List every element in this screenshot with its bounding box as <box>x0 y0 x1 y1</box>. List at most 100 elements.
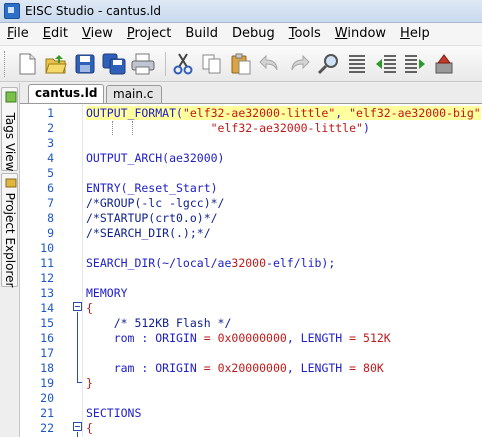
code-text: { <box>86 421 93 435</box>
code-text: "elf32-ae32000-little") <box>86 121 370 135</box>
code-line[interactable]: 2 "elf32-ae32000-little") <box>20 121 482 135</box>
toolbar-grip[interactable] <box>4 50 9 77</box>
fold-collapse-icon[interactable] <box>73 422 82 431</box>
replace-icon[interactable] <box>345 51 369 77</box>
fold-range-line <box>77 432 78 437</box>
code-text: /*GROUP(-lc -lgcc)*/ <box>86 196 224 210</box>
code-token: /*STARTUP(crt0.o)*/ <box>86 211 218 225</box>
tab-main-c[interactable]: main.c <box>106 85 162 103</box>
code-line[interactable]: 12 <box>20 271 482 285</box>
tab-label: main.c <box>113 87 154 101</box>
copy-icon[interactable] <box>200 51 224 77</box>
code-line[interactable]: 6 ENTRY(_Reset_Start) <box>20 181 482 195</box>
code-line[interactable]: 8 /*STARTUP(crt0.o)*/ <box>20 211 482 225</box>
menu-label-part: Debug <box>231 26 275 41</box>
menu-view[interactable]: View <box>75 24 120 44</box>
line-number: 14 <box>40 301 54 315</box>
project-explorer-tab[interactable]: Project Explorer <box>1 173 18 287</box>
code-line[interactable]: 13 MEMORY <box>20 286 482 300</box>
code-line[interactable]: 16 rom : ORIGIN = 0x00000000, LENGTH = 5… <box>20 331 482 345</box>
line-number: 10 <box>40 241 54 255</box>
code-text: SEARCH_DIR(~/local/ae32000-elf/lib); <box>86 256 335 270</box>
indent-icon[interactable] <box>403 51 427 77</box>
line-number: 5 <box>47 166 54 180</box>
menu-tools[interactable]: Tools <box>282 24 328 44</box>
line-number: 19 <box>40 376 54 390</box>
fold-range-line <box>77 312 78 382</box>
code-line[interactable]: 7 /*GROUP(-lc -lgcc)*/ <box>20 196 482 210</box>
tags-view-tab[interactable]: Tags View <box>1 87 18 171</box>
save-all-icon[interactable] <box>102 51 126 77</box>
find-icon[interactable] <box>316 51 340 77</box>
code-token: /*SEARCH_DIR(.);*/ <box>86 226 211 240</box>
code-text: ram : ORIGIN = 0x20000000, LENGTH = 80K <box>86 361 384 375</box>
menu-project[interactable]: Project <box>120 24 179 44</box>
paste-icon[interactable] <box>229 51 253 77</box>
code-token: OUTPUT_ARCH(ae32000) <box>86 151 225 165</box>
menu-window[interactable]: Window <box>328 24 393 44</box>
line-number: 9 <box>47 226 54 240</box>
code-token: { <box>86 301 93 315</box>
open-folder-icon[interactable] <box>44 51 68 77</box>
cut-icon[interactable] <box>171 51 195 77</box>
code-token: "elf32-ae32000-little" <box>210 121 363 135</box>
code-token: = <box>203 331 211 345</box>
code-editor[interactable]: 1 OUTPUT_FORMAT("elf32-ae32000-little", "… <box>20 104 482 437</box>
code-line[interactable]: 15 /* 512KB Flash */ <box>20 316 482 330</box>
title-bar: EISC Studio - cantus.ld <box>0 0 482 23</box>
code-token: /* 512KB Flash */ <box>86 316 232 330</box>
line-number: 2 <box>47 121 54 135</box>
code-line[interactable]: 10 <box>20 241 482 255</box>
line-number: 12 <box>40 271 54 285</box>
code-line[interactable]: 9 /*SEARCH_DIR(.);*/ <box>20 226 482 240</box>
menu-edit[interactable]: Edit <box>36 24 75 44</box>
code-token: ENTRY(_Reset_Start) <box>86 181 218 195</box>
menu-file[interactable]: File <box>0 24 36 44</box>
print-icon[interactable] <box>131 51 155 77</box>
toolbar-separator <box>165 51 166 76</box>
code-line[interactable]: 5 <box>20 166 482 180</box>
code-line[interactable]: 18 ram : ORIGIN = 0x20000000, LENGTH = 8… <box>20 361 482 375</box>
outdent-icon[interactable] <box>374 51 398 77</box>
code-line[interactable]: 14 { <box>20 301 482 315</box>
code-line[interactable]: 4 OUTPUT_ARCH(ae32000) <box>20 151 482 165</box>
fold-end-marker <box>77 382 82 383</box>
redo-icon[interactable] <box>287 51 311 77</box>
menu-label-part: ile <box>13 26 29 41</box>
code-text: rom : ORIGIN = 0x00000000, LENGTH = 512K <box>86 331 391 345</box>
code-token: SEARCH_DIR(~/local/ae <box>86 256 232 270</box>
code-text: } <box>86 376 93 390</box>
code-line[interactable]: 11 SEARCH_DIR(~/local/ae32000-elf/lib); <box>20 256 482 270</box>
menu-build[interactable]: Build <box>178 24 225 44</box>
code-token: 80K <box>363 361 384 375</box>
code-line[interactable]: 3 <box>20 136 482 150</box>
fold-collapse-icon[interactable] <box>73 302 82 311</box>
code-token: } <box>86 376 93 390</box>
editor-tab-bar: cantus.ld main.c <box>20 83 482 104</box>
undo-icon[interactable] <box>258 51 282 77</box>
code-line[interactable]: 20 <box>20 391 482 405</box>
build-icon[interactable] <box>432 51 456 77</box>
menu-debug[interactable]: Debug <box>225 24 282 44</box>
menu-label-part: ools <box>294 26 321 41</box>
save-icon[interactable] <box>73 51 97 77</box>
code-line[interactable]: 1 OUTPUT_FORMAT("elf32-ae32000-little", "… <box>20 106 482 120</box>
menu-label-part: dit <box>51 26 68 41</box>
line-number: 18 <box>40 361 54 375</box>
tab-cantus-ld[interactable]: cantus.ld <box>28 84 104 103</box>
code-line[interactable]: 22 { <box>20 421 482 435</box>
line-number: 20 <box>40 391 54 405</box>
code-token: , LENGTH <box>286 361 350 375</box>
menu-help[interactable]: Help <box>393 24 437 44</box>
new-file-icon[interactable] <box>15 51 39 77</box>
code-line[interactable]: 17 <box>20 346 482 360</box>
code-token: /*GROUP(-lc -lgcc)*/ <box>86 196 225 210</box>
code-text: /*SEARCH_DIR(.);*/ <box>86 226 211 240</box>
menu-label-part: W <box>334 26 348 41</box>
code-line[interactable]: 21 SECTIONS <box>20 406 482 420</box>
code-line[interactable]: 19} <box>20 376 482 390</box>
menu-label-part: elp <box>409 26 430 41</box>
